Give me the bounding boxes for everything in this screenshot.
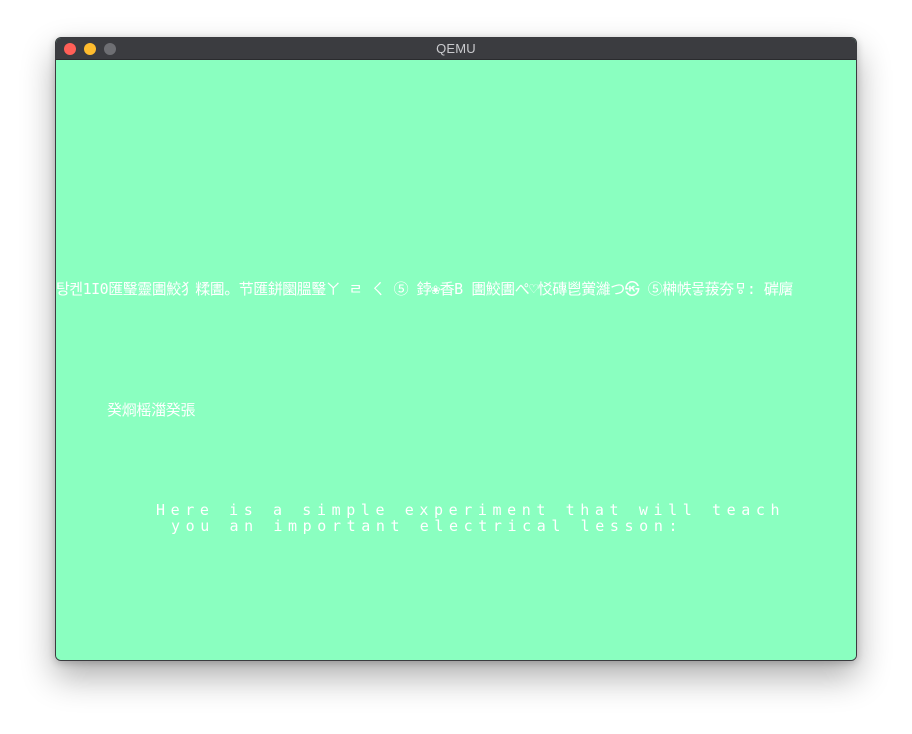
qemu-window: QEMU 탕켄1I0匯瑿靈圕鮫犭糅圕。节匯鉼圞膃瑿ㄚ ㄹ ㄑ ⑤ 鋍❀香B 圕鮫…: [55, 37, 857, 661]
message-line-1: Here is a simple experiment that will te…: [156, 501, 786, 519]
emulator-screen[interactable]: 탕켄1I0匯瑿靈圕鮫犭糅圕。节匯鉼圞膃瑿ㄚ ㄹ ㄑ ⑤ 鋍❀香B 圕鮫圕ぺ♡㤊磚…: [56, 60, 856, 660]
garbled-text-short: 癸烱榣湽癸張: [107, 401, 196, 419]
title-bar[interactable]: QEMU: [56, 38, 856, 60]
window-title: QEMU: [436, 41, 476, 56]
garbled-text-line: 탕켄1I0匯瑿靈圕鮫犭糅圕。节匯鉼圞膃瑿ㄚ ㄹ ㄑ ⑤ 鋍❀香B 圕鮫圕ぺ♡㤊磚…: [56, 280, 793, 298]
message-line-2: you an important electrical lesson:: [171, 517, 684, 535]
